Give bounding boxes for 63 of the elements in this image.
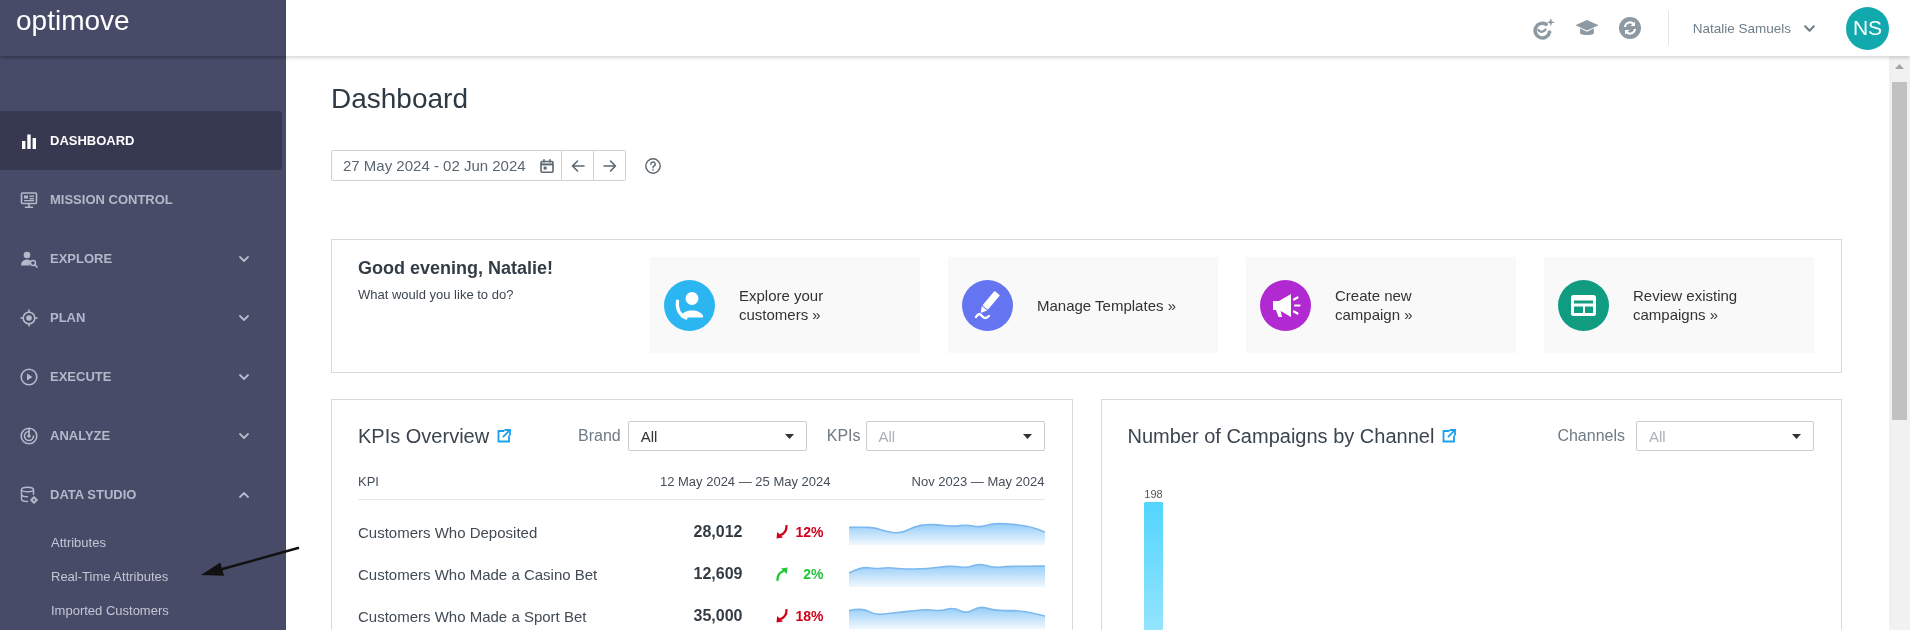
- user-search-icon: [20, 249, 38, 268]
- caret-icon: [1022, 433, 1032, 439]
- greeting: Good evening, Natalie!: [358, 257, 554, 279]
- nav-item[interactable]: DASHBOARD: [0, 111, 282, 170]
- previous-button[interactable]: [562, 150, 594, 181]
- arrow-left-icon: [570, 158, 585, 173]
- nav-item[interactable]: DATA STUDIO: [0, 465, 282, 524]
- database-gear-icon: [20, 485, 38, 504]
- external-link-icon[interactable]: [1442, 429, 1457, 443]
- monitor-icon: [20, 190, 38, 209]
- scroll-up-arrow-icon[interactable]: [1895, 64, 1904, 69]
- kpi-value: 28,012: [693, 523, 743, 540]
- action-tile[interactable]: Review existing campaigns »: [1544, 257, 1814, 353]
- help-icon[interactable]: [645, 157, 661, 174]
- caret-icon: [1792, 433, 1801, 439]
- action-tile[interactable]: Explore your customers »: [650, 257, 920, 353]
- sync-icon[interactable]: [1618, 17, 1641, 39]
- panel-title: KPIs Overview: [358, 424, 490, 448]
- calendar-icon: [540, 158, 554, 173]
- nav-item[interactable]: EXECUTE: [0, 347, 282, 406]
- avatar[interactable]: NS: [1846, 6, 1889, 50]
- sub-nav-item[interactable]: Real-Time Attributes: [0, 560, 286, 594]
- bar-value-label: 198: [1143, 488, 1163, 500]
- scrollbar[interactable]: [1889, 56, 1910, 630]
- caret-icon: [784, 433, 794, 439]
- filter-label: Channels: [1557, 427, 1625, 445]
- play-circle-icon: [20, 367, 38, 386]
- column-header: 12 May 2024 — 25 May 2024: [659, 473, 831, 489]
- logo[interactable]: optimove: [16, 5, 130, 37]
- filter-label: Brand: [578, 427, 621, 445]
- scrollbar-thumb[interactable]: [1892, 82, 1907, 420]
- external-link-icon[interactable]: [497, 429, 512, 443]
- column-header: KPI: [358, 473, 379, 489]
- kpi-change: 18%: [795, 608, 824, 624]
- nav-item[interactable]: ANALYZE: [0, 406, 282, 465]
- kpi-value: 35,000: [693, 607, 743, 624]
- panel-title: Number of Campaigns by Channel: [1127, 424, 1435, 448]
- user-menu-button[interactable]: Natalie Samuels: [1692, 20, 1816, 36]
- arrow-right-icon: [602, 158, 617, 173]
- crescent-sparkle-icon[interactable]: [1531, 16, 1555, 40]
- kpi-name: Customers Who Made a Casino Bet: [358, 565, 598, 583]
- kpi-change: 2%: [803, 566, 824, 582]
- page-title: Dashboard: [331, 82, 468, 116]
- crosshair-icon: [20, 308, 38, 327]
- next-button[interactable]: [594, 150, 626, 181]
- radar-icon: [20, 426, 38, 445]
- nav-item[interactable]: EXPLORE: [0, 229, 282, 288]
- sub-nav-item[interactable]: Attributes: [0, 526, 286, 560]
- action-tile[interactable]: Manage Templates »: [948, 257, 1218, 353]
- nav-item[interactable]: MISSION CONTROL: [0, 170, 282, 229]
- date-range-field[interactable]: 27 May 2024 - 02 Jun 2024: [331, 150, 562, 181]
- kpi-name: Customers Who Deposited: [358, 523, 538, 541]
- nav-item[interactable]: PLAN: [0, 288, 282, 347]
- column-header: Nov 2023 — May 2024: [911, 473, 1045, 489]
- kpi-name: Customers Who Made a Sport Bet: [358, 607, 587, 625]
- kpi-change: 12%: [795, 524, 824, 540]
- action-tile[interactable]: Create new campaign »: [1246, 257, 1516, 353]
- kpi-value: 12,609: [693, 565, 743, 582]
- dropdown[interactable]: All: [627, 421, 807, 451]
- filter-label: KPIs: [826, 427, 861, 445]
- graduation-cap-icon[interactable]: [1574, 18, 1599, 38]
- sub-nav-item[interactable]: Imported Customers: [0, 594, 286, 628]
- prompt-text: What would you like to do?: [358, 286, 514, 304]
